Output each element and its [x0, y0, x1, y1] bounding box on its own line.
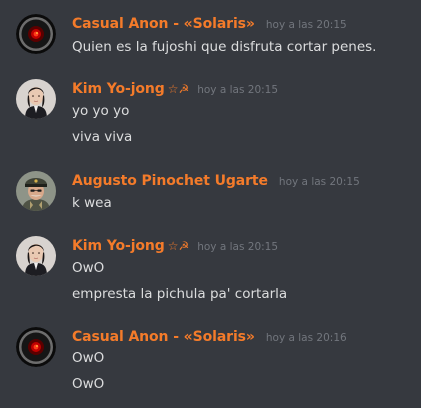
portrait-woman-avatar[interactable] — [16, 79, 56, 119]
timestamp: hoy a las 20:15 — [197, 241, 279, 253]
message-text: yo yo yo — [72, 103, 130, 119]
author-name[interactable]: Augusto Pinochet Ugarte — [72, 171, 268, 191]
message-group: Casual Anon - «Solaris» hoy a las 20:16 … — [0, 327, 421, 397]
message-group: Kim Yo-jong ☆☭ hoy a las 20:15 yo yo yo … — [0, 79, 421, 149]
portrait-woman-avatar[interactable] — [16, 236, 56, 276]
message-header: Casual Anon - «Solaris» hoy a las 20:16 — [72, 327, 347, 347]
message-group: Augusto Pinochet Ugarte hoy a las 20:15 … — [0, 171, 421, 215]
message-header: Kim Yo-jong ☆☭ hoy a las 20:15 — [72, 236, 278, 256]
message-text: OwO — [72, 376, 105, 392]
hal9000-avatar[interactable] — [16, 14, 56, 54]
message-text: viva viva — [72, 129, 133, 145]
timestamp: hoy a las 20:15 — [278, 176, 360, 188]
message-text: empresta la pichula pa' cortarla — [72, 286, 288, 302]
hammer-sickle-icon: ☆☭ — [167, 82, 190, 96]
hal9000-avatar[interactable] — [16, 327, 56, 367]
timestamp: hoy a las 20:15 — [197, 84, 279, 96]
message-text: Quien es la fujoshi que disfruta cortar … — [72, 39, 377, 55]
author-name[interactable]: Casual Anon - «Solaris» — [72, 327, 255, 347]
author-name[interactable]: Kim Yo-jong — [72, 236, 165, 256]
author-name[interactable]: Casual Anon - «Solaris» — [72, 14, 255, 34]
message-header: Casual Anon - «Solaris» hoy a las 20:15 — [72, 14, 347, 34]
message-text: OwO — [72, 350, 105, 366]
message-header: Augusto Pinochet Ugarte hoy a las 20:15 — [72, 171, 360, 191]
author-name[interactable]: Kim Yo-jong — [72, 79, 165, 99]
message-group: Kim Yo-jong ☆☭ hoy a las 20:15 OwO empre… — [0, 236, 421, 306]
message-header: Kim Yo-jong ☆☭ hoy a las 20:15 — [72, 79, 278, 99]
hammer-sickle-icon: ☆☭ — [167, 239, 190, 253]
portrait-officer-avatar[interactable] — [16, 171, 56, 211]
timestamp: hoy a las 20:15 — [265, 19, 347, 31]
message-text: k wea — [72, 195, 112, 211]
message-group: Casual Anon - «Solaris» hoy a las 20:15 … — [0, 14, 421, 58]
chat-messages: Casual Anon - «Solaris» hoy a las 20:15 … — [0, 0, 421, 408]
message-text: OwO — [72, 260, 105, 276]
timestamp: hoy a las 20:16 — [265, 332, 347, 344]
